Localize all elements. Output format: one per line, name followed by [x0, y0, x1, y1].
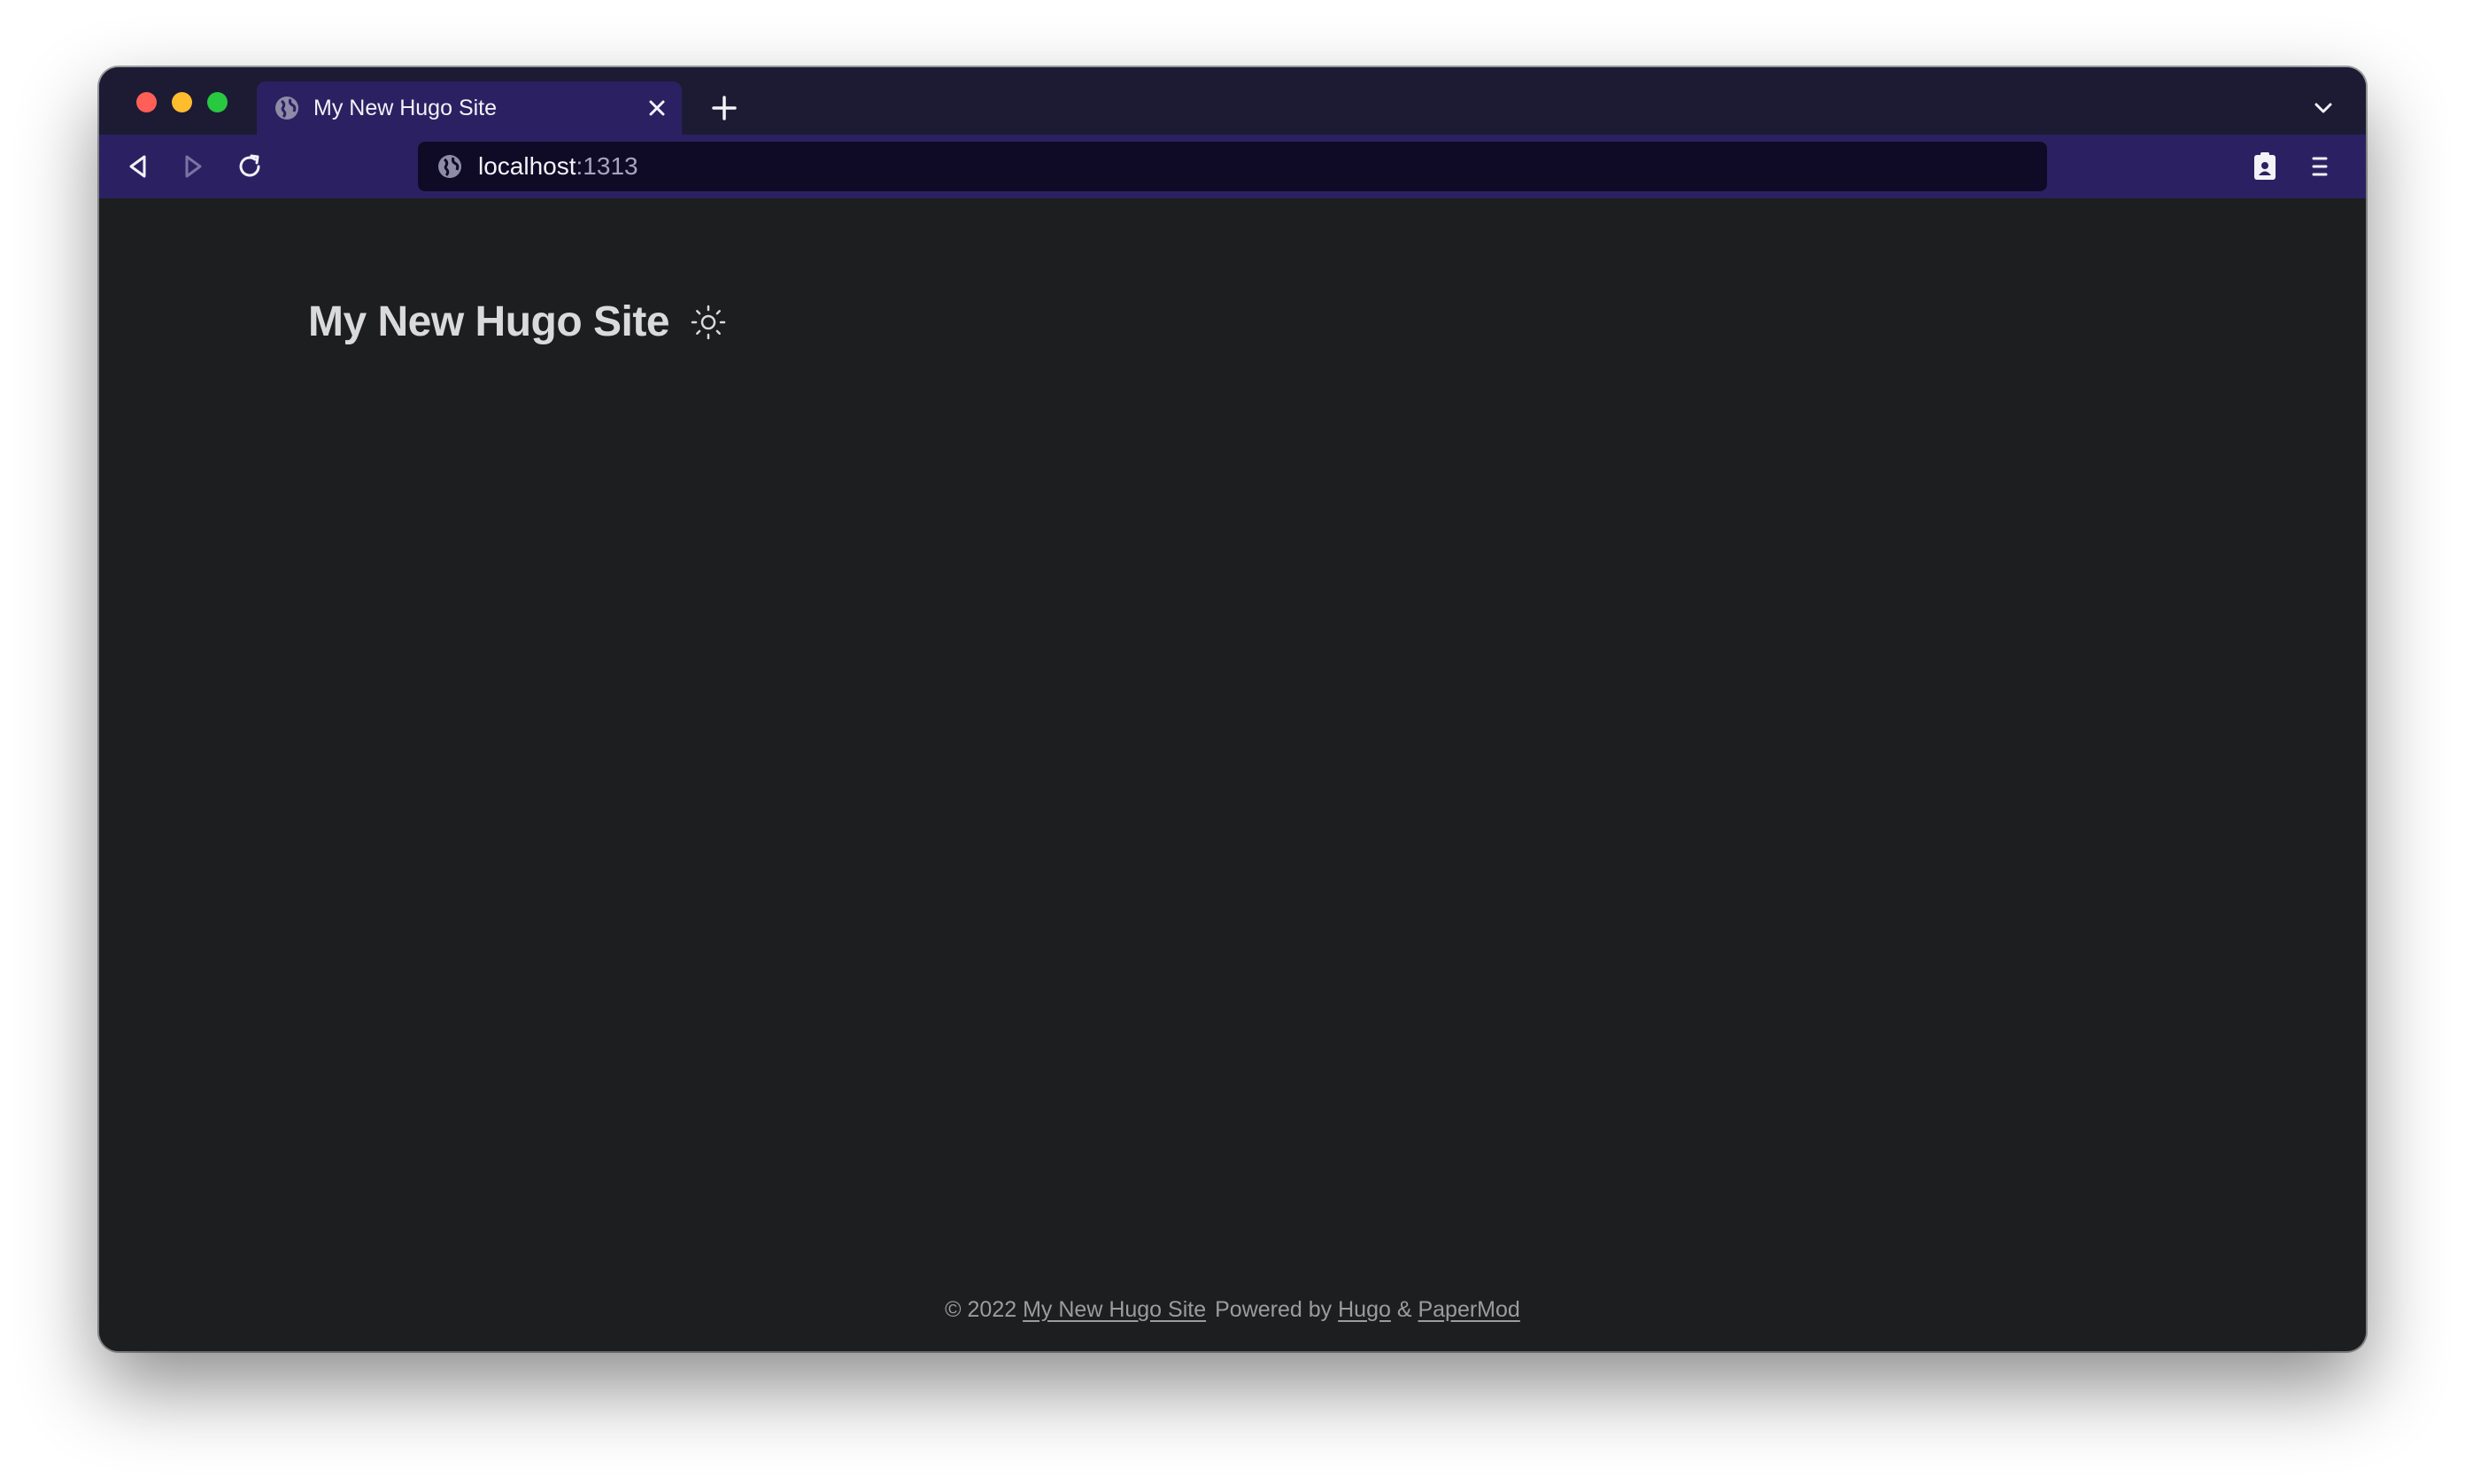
footer-papermod-link[interactable]: PaperMod: [1418, 1297, 1519, 1322]
zoom-window-button[interactable]: [207, 92, 228, 112]
close-window-button[interactable]: [136, 92, 157, 112]
globe-icon[interactable]: [436, 152, 464, 181]
globe-icon: [275, 97, 298, 120]
footer-site-link[interactable]: My New Hugo Site: [1023, 1297, 1206, 1322]
account-badge-icon[interactable]: [2247, 149, 2283, 184]
footer-copyright: © 2022: [945, 1297, 1017, 1322]
chevron-down-icon[interactable]: [2307, 92, 2339, 124]
url-text[interactable]: localhost:1313: [478, 152, 638, 181]
url-port: :1313: [576, 152, 638, 180]
footer-ampersand: &: [1396, 1297, 1412, 1322]
footer-powered-by: Powered by: [1215, 1297, 1333, 1322]
site-title-link[interactable]: My New Hugo Site: [308, 296, 670, 349]
hamburger-menu-icon[interactable]: [2302, 149, 2338, 184]
url-bar[interactable]: localhost:1313: [418, 142, 2047, 191]
browser-window: My New Hugo Site localhost:1313 My New H…: [99, 67, 2366, 1351]
close-icon[interactable]: [641, 92, 673, 124]
forward-arrow-icon[interactable]: [175, 149, 211, 184]
back-arrow-icon[interactable]: [120, 149, 156, 184]
url-host: localhost: [478, 152, 576, 180]
minimize-window-button[interactable]: [172, 92, 192, 112]
reload-icon[interactable]: [232, 149, 267, 184]
page-footer: © 2022 My New Hugo Site Powered by Hugo &…: [99, 1295, 2366, 1325]
tab-title: My New Hugo Site: [313, 96, 498, 120]
sun-icon[interactable]: [687, 301, 730, 344]
tab-strip: My New Hugo Site: [99, 67, 2366, 135]
plus-icon[interactable]: [705, 89, 744, 128]
page-content: My New Hugo Site © 2022 My New Hugo Site…: [99, 198, 2366, 1351]
footer-hugo-link[interactable]: Hugo: [1338, 1297, 1391, 1322]
tab-active[interactable]: My New Hugo Site: [257, 81, 682, 135]
